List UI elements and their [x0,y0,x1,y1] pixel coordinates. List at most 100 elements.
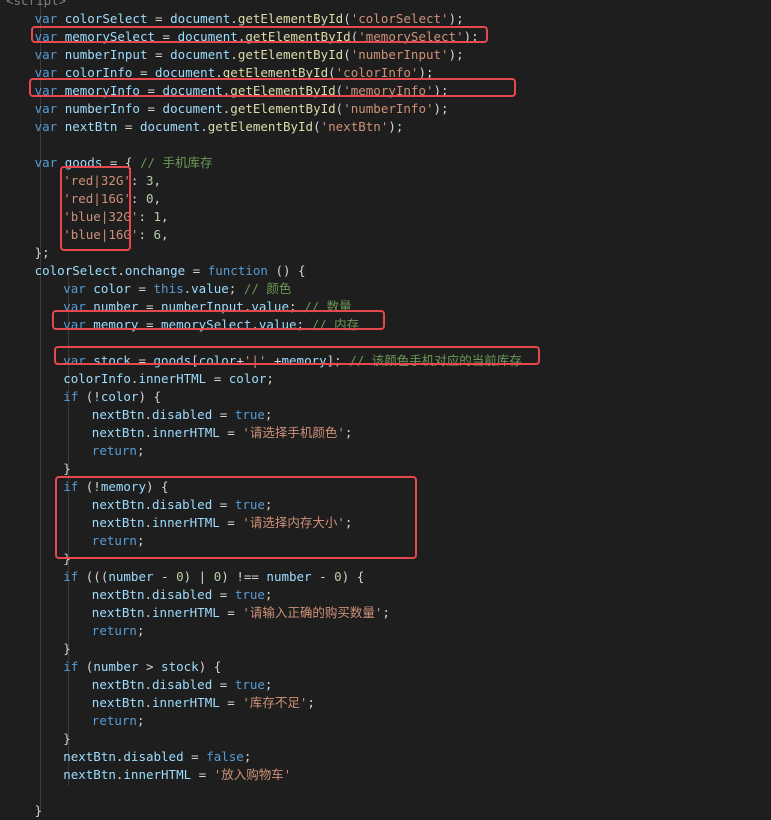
code-token: value [191,281,229,296]
code-token: document [139,119,201,134]
code-token: number [108,569,154,584]
code-line: 'blue|32G': 1, [63,208,168,226]
code-token: colorSelect [34,263,118,278]
code-token: 0 [176,569,184,584]
code-token: document [162,83,223,98]
code-token: getElementById [245,29,351,44]
code-token: . [251,317,259,332]
code-editor[interactable]: <script> var colorSelect = document. getEl… [0,0,771,818]
code-token: numberInput [64,47,148,62]
code-token: var [63,353,94,368]
code-token: ) { [145,479,169,494]
code-line: if (!memory) { [63,478,168,496]
code-line: nextBtn.innerHTML = '请选择手机颜色'; [92,424,353,442]
code-token: innerHTML [152,425,220,440]
code-token: ); [448,11,464,26]
code-token: ( [343,47,351,62]
code-token: ]; [326,353,350,368]
code-token: , [161,227,169,242]
code-token: ; [266,371,274,386]
code-token: ; [136,713,145,728]
code-token: nextBtn [63,767,116,782]
code-line: } [63,460,71,478]
code-token: var [34,65,65,80]
code-token: document [155,65,216,80]
code-token: . [144,407,153,422]
code-token: '放入购物车' [213,767,292,782]
code-line: var memoryInfo = document.getElementById… [35,82,449,100]
code-token: = [212,677,235,692]
code-token: disabled [152,677,213,692]
code-token: . [144,605,153,620]
code-token: true [234,677,265,692]
code-line: var memorySelect = document.getElementBy… [35,28,479,46]
code-token: true [234,407,265,422]
code-token: } [63,731,71,746]
code-line: nextBtn.disabled = false; [63,748,251,766]
code-line: nextBtn.disabled = true; [92,496,273,514]
code-token: // 内存 [311,317,360,332]
code-line: nextBtn.innerHTML = '库存不足'; [92,694,315,712]
code-token: . [230,47,238,62]
code-token: = [155,29,178,44]
code-token: 0 [145,191,154,206]
code-token: ); [463,29,479,44]
code-line: } [63,730,71,748]
code-token: colorInfo [63,371,131,386]
code-token: ; [296,317,312,332]
code-token: ( [343,11,351,26]
code-token: = [206,371,229,386]
code-token: 'colorSelect' [350,11,449,26]
code-token: 1 [153,209,162,224]
code-token: memorySelect [161,317,252,332]
code-token: ) !== [221,569,267,584]
code-token: if [63,479,79,494]
code-token: 'colorInfo' [335,65,419,80]
code-token: ( [78,659,94,674]
code-token: = { [102,155,140,170]
code-token: : [138,227,154,242]
code-line: nextBtn.disabled = true; [92,676,273,694]
code-token: nextBtn [91,515,145,530]
code-token: 'numberInfo' [343,101,434,116]
code-token: 0 [334,569,342,584]
code-token: <script> [6,0,67,8]
code-token: onchange [124,263,186,278]
code-token: = [185,263,208,278]
code-token: } [63,551,71,566]
code-line: return; [92,712,145,730]
code-token: = [183,749,207,764]
code-token: nextBtn [91,587,145,602]
code-token: getElementById [230,83,336,98]
code-line: return; [92,622,145,640]
code-token: '请输入正确的购买数量' [242,605,383,620]
code-line: var number = numberInput.value; // 数量 [63,298,351,316]
code-token: numberInput [161,299,244,314]
code-token: if [63,659,79,674]
code-token: , [153,173,162,188]
code-token: getElementById [230,101,336,116]
code-token: ); [418,65,434,80]
code-token: ; [136,533,145,548]
code-token: value [258,317,297,332]
code-token: var [34,11,65,26]
code-token: stock [161,659,199,674]
code-token: ( [313,119,321,134]
code-token: var [63,281,94,296]
code-token: = [139,101,163,116]
code-token: document [177,29,238,44]
code-token: 'red|32G' [63,173,131,188]
code-token: innerHTML [152,515,220,530]
code-token: '请选择手机颜色' [242,425,345,440]
code-token: if [63,389,79,404]
code-token: = [212,587,235,602]
code-token: nextBtn [91,677,145,692]
code-line: }; [35,244,50,262]
code-token: . [144,695,153,710]
code-token: '请选择内存大小' [242,515,345,530]
code-token: innerHTML [152,605,220,620]
code-line: var memory = memorySelect.value; // 内存 [63,316,359,334]
code-token: ; [344,515,353,530]
code-token: ) | [183,569,214,584]
code-line: nextBtn.innerHTML = '请输入正确的购买数量'; [92,604,390,622]
